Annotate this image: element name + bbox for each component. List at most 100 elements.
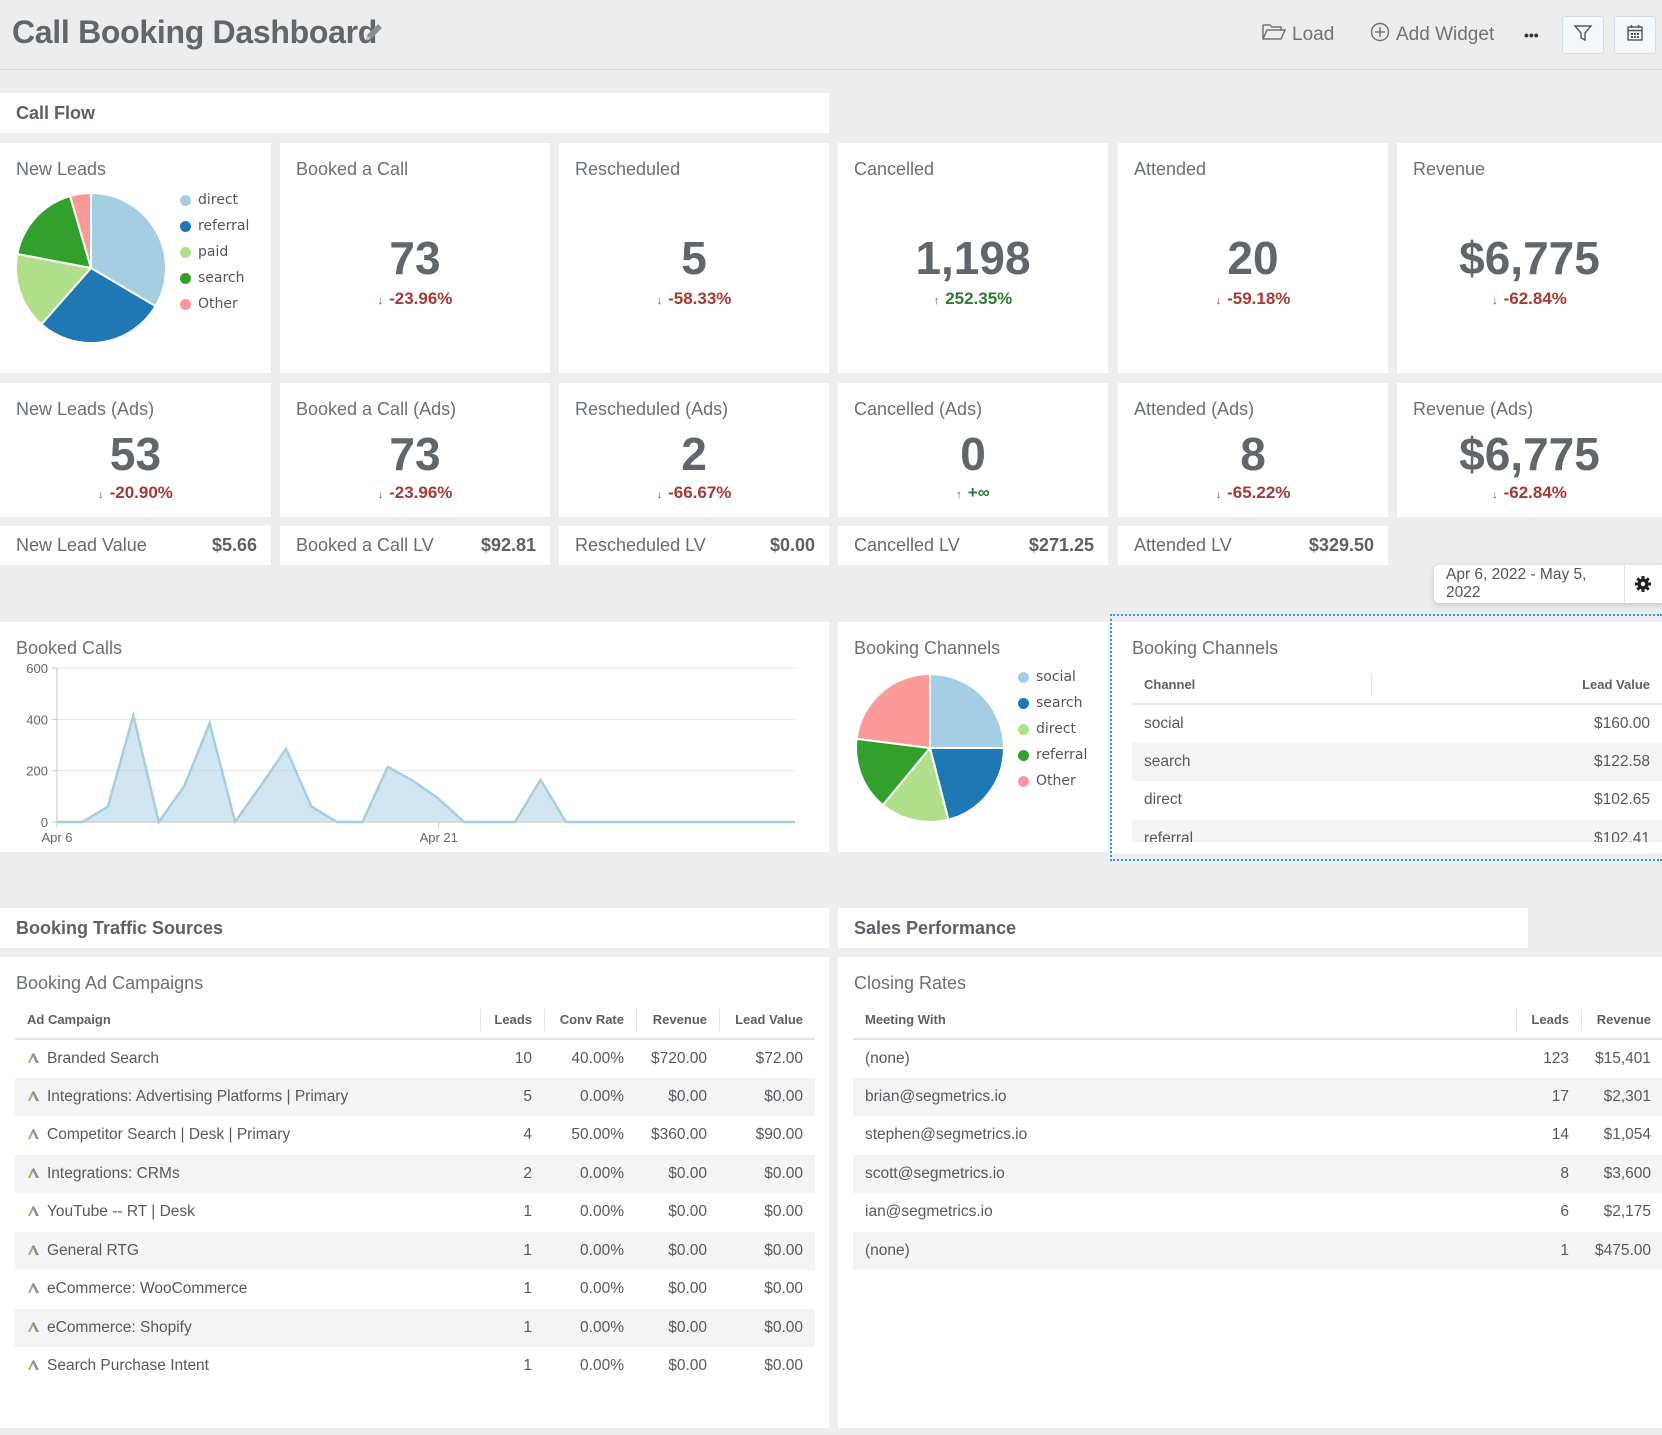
column-header[interactable]: Lead Value	[719, 1001, 815, 1040]
ad-campaigns-panel: Booking Ad Campaigns Ad Campaign Leads C…	[0, 957, 829, 1428]
column-header[interactable]: Channel	[1132, 666, 1371, 705]
kpi-delta-value: -59.18%	[1227, 289, 1291, 308]
kpi-tile: Booked a Call 73 ↓ -23.96%	[280, 143, 550, 373]
ad-campaigns-table: Ad Campaign Leads Conv Rate Revenue Lead…	[15, 1001, 815, 1386]
table-row[interactable]: Search Purchase Intent 1 0.00% $0.00 $0.00	[15, 1347, 815, 1386]
cell-text: $90.00	[755, 1126, 803, 1144]
table-row[interactable]: search $122.58	[1132, 742, 1662, 781]
legend-item[interactable]: social	[1018, 664, 1087, 690]
kpi-delta-value: -66.67%	[668, 483, 732, 502]
cell-text: 17	[1551, 1087, 1569, 1105]
filter-button[interactable]	[1562, 16, 1604, 54]
legend-item[interactable]: direct	[180, 187, 249, 213]
date-range-picker[interactable]: Apr 6, 2022 - May 5, 2022	[1434, 565, 1662, 603]
table-cell: Competitor Search | Desk | Primary	[15, 1116, 480, 1155]
more-options-button[interactable]: •••	[1524, 20, 1539, 50]
column-header[interactable]: Conv Rate	[544, 1001, 636, 1040]
table-row[interactable]: ian@segmetrics.io 6 $2,175	[853, 1193, 1662, 1232]
table-row[interactable]: social $160.00	[1132, 704, 1662, 743]
pie-slice[interactable]	[929, 672, 1006, 749]
table-row[interactable]: YouTube -- RT | Desk 1 0.00% $0.00 $0.00	[15, 1193, 815, 1232]
table-cell: 1	[480, 1270, 544, 1309]
kpi-delta-value: -58.33%	[668, 289, 732, 308]
table-row[interactable]: Integrations: CRMs 2 0.00% $0.00 $0.00	[15, 1154, 815, 1193]
legend-item[interactable]: Other	[1018, 768, 1087, 794]
cell-text: search	[1144, 752, 1191, 770]
ad-campaigns-table-wrap: Ad Campaign Leads Conv Rate Revenue Lead…	[15, 1001, 815, 1386]
legend-swatch	[180, 298, 191, 310]
cell-text: $0.00	[668, 1357, 707, 1375]
legend-item[interactable]: direct	[1018, 716, 1087, 742]
legend-item[interactable]: referral	[1018, 742, 1087, 768]
legend-label: referral	[198, 218, 250, 234]
add-widget-button[interactable]: Add Widget	[1370, 20, 1494, 50]
cell-text: $72.00	[755, 1049, 803, 1067]
table-cell: $0.00	[719, 1231, 815, 1270]
cell-text: 0.00%	[580, 1203, 624, 1221]
tile-title: New Leads	[16, 159, 107, 179]
table-row[interactable]: referral $102.41	[1132, 819, 1662, 842]
column-header[interactable]: Revenue	[1581, 1001, 1662, 1040]
arrow-down-icon: ↓	[377, 489, 384, 501]
table-row[interactable]: (none) 1 $475.00	[853, 1231, 1662, 1270]
gear-icon[interactable]	[1625, 575, 1662, 593]
table-row[interactable]: (none) 123 $15,401	[853, 1039, 1662, 1078]
legend-label: paid	[198, 244, 229, 260]
booking-channels-table-panel[interactable]: Booking Channels Channel Lead Value soci…	[1112, 622, 1662, 854]
column-header[interactable]: Ad Campaign	[15, 1001, 480, 1040]
cell-text: $0.00	[668, 1318, 707, 1336]
kpi-tile: Attended 20 ↓ -59.18%	[1118, 143, 1388, 373]
calendar-button[interactable]	[1614, 16, 1656, 54]
table-row[interactable]: Integrations: Advertising Platforms | Pr…	[15, 1077, 815, 1116]
legend-item[interactable]: search	[180, 265, 249, 291]
table-row[interactable]: Competitor Search | Desk | Primary 4 50.00…	[15, 1116, 815, 1155]
table-row[interactable]: stephen@segmetrics.io 14 $1,054	[853, 1116, 1662, 1155]
column-header[interactable]: Meeting With	[853, 1001, 1516, 1040]
booking-channels-table-scroll[interactable]: Channel Lead Value social $160.00 search $1…	[1132, 666, 1662, 842]
load-button[interactable]: Load	[1262, 20, 1334, 50]
pie-slice[interactable]	[855, 672, 931, 750]
legend-item[interactable]: search	[1018, 690, 1087, 716]
legend-label: referral	[1036, 747, 1088, 763]
table-row[interactable]: General RTG 1 0.00% $0.00 $0.00	[15, 1231, 815, 1270]
legend-swatch	[180, 246, 191, 258]
table-row[interactable]: eCommerce: Shopify 1 0.00% $0.00 $0.00	[15, 1308, 815, 1347]
table-row[interactable]: eCommerce: WooCommerce 1 0.00% $0.00 $0.00	[15, 1270, 815, 1309]
table-cell: $0.00	[719, 1308, 815, 1347]
kpi-value: 1,198	[915, 232, 1031, 284]
new-leads-tile: New Leads direct referral paid search Other	[0, 143, 271, 373]
table-cell: 2	[480, 1154, 544, 1193]
legend-item[interactable]: referral	[180, 213, 249, 239]
legend-item[interactable]: paid	[180, 239, 249, 265]
legend-swatch	[180, 194, 191, 206]
kpi-tile: Cancelled 1,198 ↑ 252.35%	[838, 143, 1108, 373]
google-ads-icon	[27, 1204, 41, 1217]
table-cell: $0.00	[719, 1077, 815, 1116]
kpi-value: 73	[389, 428, 441, 480]
legend-swatch	[180, 272, 191, 284]
cell-text: referral	[1144, 829, 1194, 842]
column-header[interactable]: Lead Value	[1370, 666, 1662, 705]
table-cell: 50.00%	[544, 1116, 636, 1155]
lead-value-label: Rescheduled LV	[575, 535, 706, 555]
legend-item[interactable]: Other	[180, 291, 249, 317]
column-header[interactable]: Revenue	[636, 1001, 719, 1040]
column-header[interactable]: Leads	[480, 1001, 544, 1040]
table-row[interactable]: direct $102.65	[1132, 781, 1662, 820]
date-range-label[interactable]: Apr 6, 2022 - May 5, 2022	[1434, 565, 1625, 603]
cell-text: stephen@segmetrics.io	[865, 1126, 1028, 1144]
table-cell: 0.00%	[544, 1347, 636, 1386]
google-ads-icon	[27, 1358, 41, 1371]
table-title: Closing Rates	[854, 973, 967, 993]
table-row[interactable]: Branded Search 10 40.00% $720.00 $72.00	[15, 1039, 815, 1078]
area-fill	[57, 715, 795, 822]
cell-text: 5	[523, 1087, 532, 1105]
booking-channels-pie-panel: Booking Channels social search direct refer…	[838, 622, 1108, 852]
edit-title-pencil-icon[interactable]	[362, 22, 384, 44]
chart-title: Booking Channels	[854, 638, 1001, 658]
column-header[interactable]: Leads	[1516, 1001, 1581, 1040]
table-row[interactable]: brian@segmetrics.io 17 $2,301	[853, 1077, 1662, 1116]
cell-text: $0.00	[668, 1087, 707, 1105]
google-ads-icon	[27, 1281, 41, 1294]
table-row[interactable]: scott@segmetrics.io 8 $3,600	[853, 1154, 1662, 1193]
